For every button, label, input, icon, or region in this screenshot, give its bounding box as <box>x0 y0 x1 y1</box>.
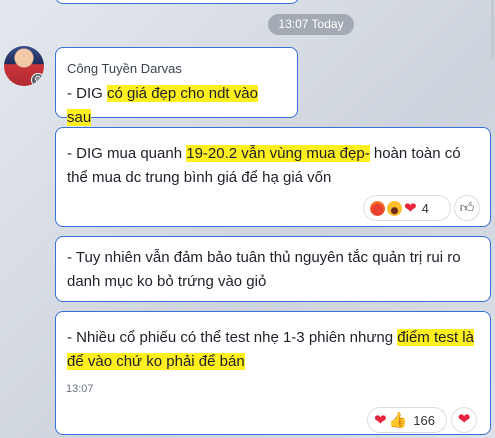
heart-icon: ❤ <box>457 411 471 428</box>
message-text: - Nhiều cổ phiếu có thể test nhẹ 1-3 phi… <box>67 329 474 370</box>
message-bubble[interactable]: - Tuy nhiên vẫn đảm bảo tuân thủ nguyên … <box>55 236 491 302</box>
heart-react-button[interactable]: ❤ <box>452 408 476 432</box>
message-text: - DIG mua quanh 19-20.2 vẫn vùng mua đẹp… <box>67 145 461 186</box>
scrollbar[interactable] <box>491 0 494 60</box>
like-button[interactable]: 👍︎ <box>455 196 479 220</box>
haha-emoji-icon <box>387 200 402 216</box>
message-text: - Tuy nhiên vẫn đảm bảo tuân thủ nguyên … <box>67 249 461 290</box>
message-timestamp: 13:07 <box>66 383 94 395</box>
sender-name: Công Tuyền Darvas <box>67 61 182 76</box>
settings-badge-icon: ⚙ <box>31 73 44 86</box>
message-bubble[interactable]: Công Tuyền Darvas - DIG có giá đẹp cho n… <box>55 47 298 126</box>
reaction-summary[interactable]: ❤ 4 <box>364 196 450 220</box>
highlighted-text: 19-20.2 vẫn vùng mua đẹp- <box>186 145 370 162</box>
time-separator: 13:07 Today <box>268 14 354 35</box>
previous-message-bubble <box>55 0 299 4</box>
reaction-count: 166 <box>413 412 435 428</box>
heart-icon: ❤ <box>374 411 387 429</box>
reaction-summary[interactable]: ❤ 👍 166 <box>368 408 446 432</box>
angry-emoji-icon <box>370 200 385 216</box>
heart-icon: ❤ <box>404 199 417 217</box>
thumbs-up-outline-icon: 👍︎ <box>459 199 475 215</box>
thumbs-up-icon: 👍 <box>388 411 408 429</box>
sender-avatar[interactable]: ⚙ <box>4 46 44 86</box>
reaction-count: 4 <box>421 200 429 216</box>
message-text: - DIG có giá đẹp cho ndt vào sau <box>67 85 258 126</box>
